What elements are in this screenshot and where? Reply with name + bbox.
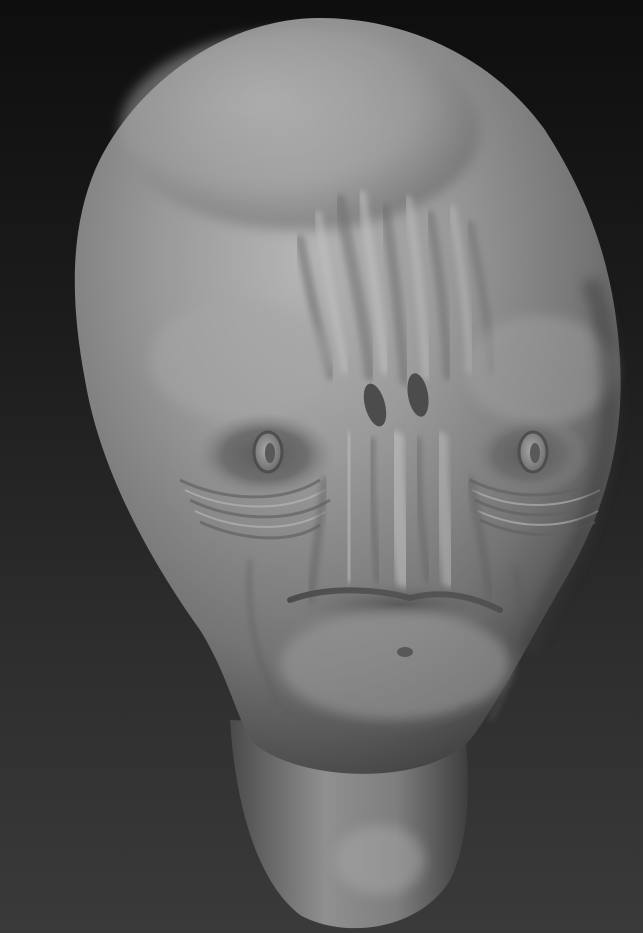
right-eye-inner [530, 443, 540, 463]
right-brow-mass [465, 315, 615, 425]
cranium-highlight [120, 30, 480, 230]
chin-tip-highlight [335, 825, 425, 895]
sculpt-viewport[interactable] [0, 0, 643, 933]
chin-crease [397, 647, 413, 657]
left-brow-mass [150, 300, 330, 420]
left-eye-inner [265, 443, 275, 463]
alien-head-render [74, 18, 621, 929]
chin-mass [280, 610, 510, 720]
